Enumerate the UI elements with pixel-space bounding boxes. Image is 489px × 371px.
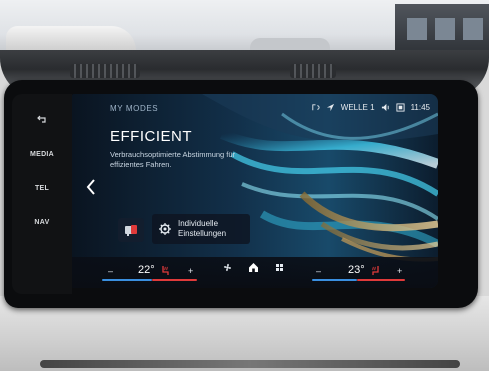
gear-icon [159, 223, 171, 235]
chevron-left-icon[interactable] [84, 178, 98, 196]
air-vent [70, 64, 140, 78]
building-window [407, 18, 427, 40]
right-temp-scale-cool [312, 279, 357, 281]
right-temperature: 23° [348, 264, 365, 276]
left-temp-scale-cool [102, 279, 152, 281]
right-temp-plus-button[interactable]: + [397, 266, 402, 276]
building-window [435, 18, 455, 40]
fan-icon[interactable] [222, 262, 233, 273]
right-temp-minus-button[interactable]: – [316, 266, 321, 276]
phone-signal-icon [312, 103, 320, 110]
settings-label-line2: Einstellungen [178, 229, 227, 238]
left-seat-heating-icon[interactable] [160, 265, 171, 276]
right-temp-scale-heat [357, 279, 405, 281]
clock: 11:45 [410, 102, 430, 112]
back-button[interactable] [12, 104, 72, 134]
media-button[interactable]: MEDIA [12, 139, 72, 169]
right-seat-heating-icon[interactable] [370, 265, 381, 276]
back-arrow-icon [37, 115, 46, 123]
hard-key-panel: MEDIA TEL NAV [12, 94, 72, 294]
navigation-arrow-icon [326, 103, 334, 111]
infotainment-screen: MY MODES WELLE 1 11:45 EFFICIENT Verbrau… [72, 94, 438, 288]
left-temp-plus-button[interactable]: + [188, 266, 193, 276]
tel-button[interactable]: TEL [12, 173, 72, 203]
left-temp-minus-button[interactable]: – [108, 266, 113, 276]
left-temp-scale-heat [152, 279, 197, 281]
mode-description: Verbrauchsoptimierte Abstimmung für effi… [110, 150, 236, 169]
volume-icon [381, 103, 389, 111]
my-modes-header: MY MODES [110, 104, 159, 113]
mode-title: EFFICIENT [110, 128, 192, 145]
nav-button[interactable]: NAV [12, 207, 72, 237]
screen-icon [396, 102, 405, 112]
dashboard-trim [40, 360, 460, 368]
app-grid-icon[interactable] [274, 262, 285, 273]
left-temperature: 22° [138, 264, 155, 276]
individual-settings-button[interactable]: Individuelle Einstellungen [152, 214, 250, 244]
radio-station: WELLE 1 [340, 102, 375, 112]
climate-bar: – 22° + – 23° + [72, 257, 438, 288]
center-controls [222, 262, 285, 273]
car-mode-icon [125, 225, 137, 236]
home-icon[interactable] [248, 262, 259, 273]
air-vent [290, 64, 336, 78]
status-bar: WELLE 1 11:45 [311, 100, 430, 114]
settings-label-line1: Individuelle [178, 219, 219, 228]
building-window [463, 18, 483, 40]
drive-mode-tile[interactable] [118, 218, 144, 242]
